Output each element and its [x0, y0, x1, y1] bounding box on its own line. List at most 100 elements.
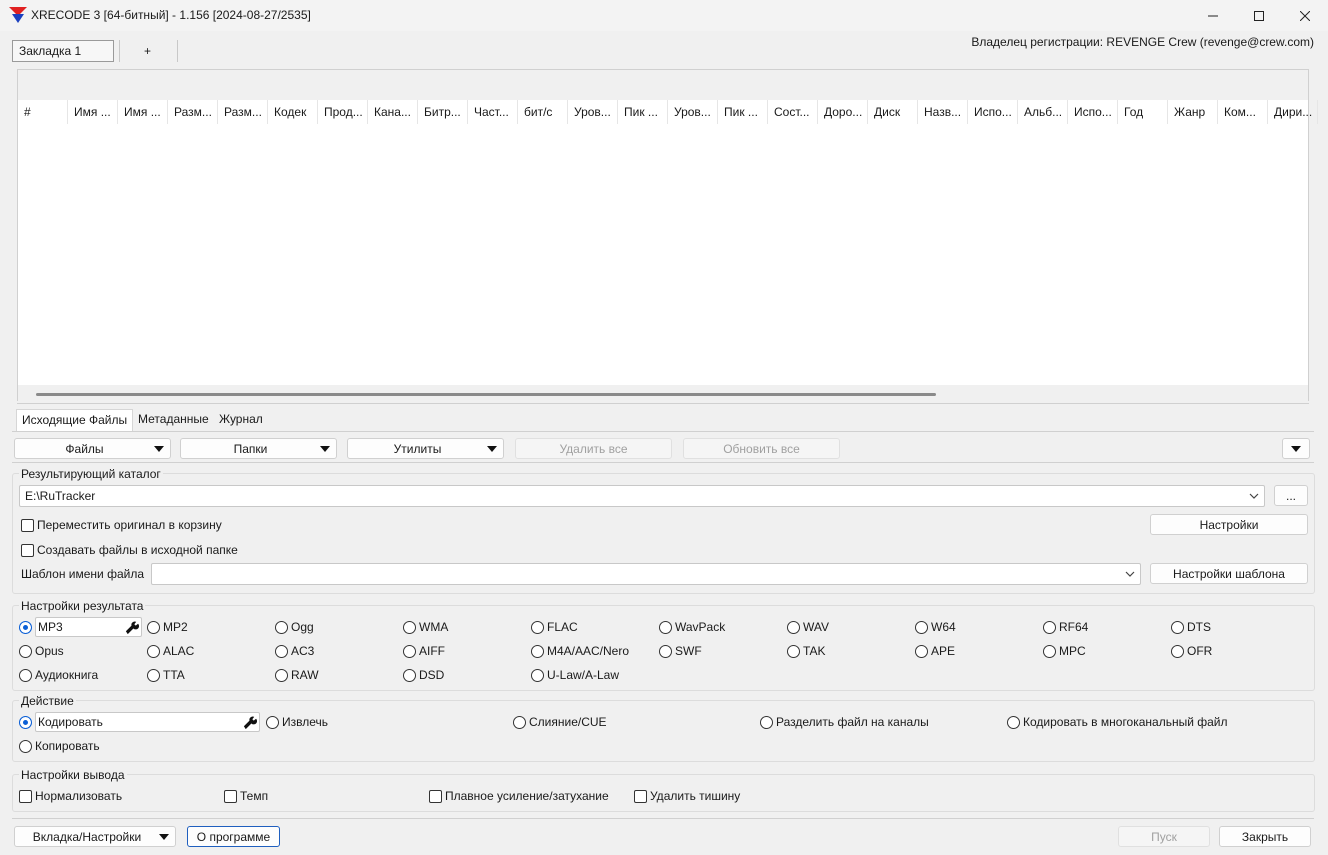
- more-options-button[interactable]: [1282, 438, 1310, 459]
- tab-metadata[interactable]: Метаданные: [133, 409, 214, 431]
- action-merge-cue-radio[interactable]: Слияние/CUE: [513, 715, 607, 729]
- start-button[interactable]: Пуск: [1118, 826, 1210, 847]
- add-tab-button[interactable]: +: [144, 44, 151, 58]
- column-header[interactable]: Сост...: [768, 100, 818, 124]
- column-header[interactable]: #: [18, 100, 68, 124]
- column-header[interactable]: Доро...: [818, 100, 868, 124]
- format-radio-aiff[interactable]: AIFF: [403, 644, 445, 658]
- column-header[interactable]: Битр...: [418, 100, 468, 124]
- action-copy-radio[interactable]: Копировать: [19, 739, 100, 753]
- create-in-source-checkbox[interactable]: Создавать файлы в исходной папке: [21, 543, 238, 557]
- column-header[interactable]: Прод...: [318, 100, 368, 124]
- tab-settings-dropdown-button[interactable]: Вкладка/Настройки: [14, 826, 176, 847]
- format-radio-dsd[interactable]: DSD: [403, 668, 444, 682]
- column-header[interactable]: Уров...: [568, 100, 618, 124]
- move-to-trash-checkbox[interactable]: Переместить оригинал в корзину: [21, 518, 222, 532]
- dropdown-arrow-icon: [1291, 445, 1301, 452]
- format-radio-dts[interactable]: DTS: [1171, 620, 1211, 634]
- column-header[interactable]: Пик ...: [618, 100, 668, 124]
- utilities-dropdown-button[interactable]: Утилиты: [347, 438, 504, 459]
- action-encode-radio[interactable]: Кодировать: [19, 712, 260, 732]
- format-radio-raw[interactable]: RAW: [275, 668, 319, 682]
- normalize-checkbox[interactable]: Нормализовать: [19, 789, 122, 803]
- column-header[interactable]: Уров...: [668, 100, 718, 124]
- minimize-button[interactable]: [1190, 0, 1236, 31]
- close-button[interactable]: Закрыть: [1219, 826, 1311, 847]
- format-radio-ac3[interactable]: AC3: [275, 644, 314, 658]
- format-radio-ofr[interactable]: OFR: [1171, 644, 1212, 658]
- column-header[interactable]: Дири...: [1268, 100, 1318, 124]
- template-settings-button[interactable]: Настройки шаблона: [1150, 563, 1308, 584]
- format-radio-wav[interactable]: WAV: [787, 620, 829, 634]
- column-header[interactable]: Разм...: [218, 100, 268, 124]
- checkbox-box: [224, 789, 237, 803]
- settings-button[interactable]: Настройки: [1150, 514, 1308, 535]
- format-radio-tak[interactable]: TAK: [787, 644, 825, 658]
- column-header[interactable]: Альб...: [1018, 100, 1068, 124]
- close-window-button[interactable]: [1282, 0, 1328, 31]
- action-split-channels-radio[interactable]: Разделить файл на каналы: [760, 715, 929, 729]
- output-path-combobox[interactable]: E:\RuTracker: [19, 485, 1265, 507]
- about-button[interactable]: О программе: [187, 826, 280, 847]
- utilities-label: Утилиты: [393, 441, 442, 456]
- action-extract-radio[interactable]: Извлечь: [266, 715, 328, 729]
- format-radio-u-law-a-law[interactable]: U-Law/A-Law: [531, 668, 619, 682]
- format-radio-m4a-aac-nero[interactable]: M4A/AAC/Nero: [531, 644, 629, 658]
- format-radio-flac[interactable]: FLAC: [531, 620, 578, 634]
- format-radio-аудиокнига[interactable]: Аудиокнига: [19, 668, 98, 682]
- format-radio-w64[interactable]: W64: [915, 620, 956, 634]
- column-header[interactable]: Год: [1118, 100, 1168, 124]
- format-radio-tta[interactable]: TTA: [147, 668, 185, 682]
- column-header[interactable]: Имя ...: [68, 100, 118, 124]
- encode-combobox[interactable]: Кодировать: [35, 712, 260, 732]
- column-header[interactable]: Испо...: [1068, 100, 1118, 124]
- column-header[interactable]: Кодек: [268, 100, 318, 124]
- dropdown-arrow-icon: [487, 445, 497, 452]
- fade-checkbox[interactable]: Плавное усиление/затухание: [429, 789, 609, 803]
- files-dropdown-button[interactable]: Файлы: [14, 438, 171, 459]
- format-radio-ape[interactable]: APE: [915, 644, 955, 658]
- column-header[interactable]: Ком...: [1218, 100, 1268, 124]
- wrench-icon[interactable]: [124, 620, 139, 635]
- format-radio-opus[interactable]: Opus: [19, 644, 64, 658]
- format-radio-mpc[interactable]: MPC: [1043, 644, 1086, 658]
- format-radio-wavpack[interactable]: WavPack: [659, 620, 725, 634]
- column-header[interactable]: Жанр: [1168, 100, 1218, 124]
- format-radio-swf[interactable]: SWF: [659, 644, 702, 658]
- filename-template-combobox[interactable]: [151, 563, 1141, 585]
- folders-dropdown-button[interactable]: Папки: [180, 438, 337, 459]
- create-in-source-label: Создавать файлы в исходной папке: [37, 543, 238, 557]
- column-header[interactable]: Кана...: [368, 100, 418, 124]
- tab-log[interactable]: Журнал: [214, 409, 268, 431]
- format-radio-mp2[interactable]: MP2: [147, 620, 188, 634]
- tempo-checkbox[interactable]: Темп: [224, 789, 268, 803]
- tab-bookmark-1[interactable]: Закладка 1: [12, 40, 114, 62]
- format-radio-alac[interactable]: ALAC: [147, 644, 194, 658]
- column-header[interactable]: бит/с: [518, 100, 568, 124]
- format-radio-rf64[interactable]: RF64: [1043, 620, 1088, 634]
- remove-all-button[interactable]: Удалить все: [515, 438, 672, 459]
- column-header[interactable]: Част...: [468, 100, 518, 124]
- mp3-format-combobox[interactable]: MP3: [35, 617, 142, 637]
- column-header[interactable]: Назв...: [918, 100, 968, 124]
- radio-button: [1171, 620, 1184, 634]
- format-mp3-radio[interactable]: MP3: [19, 617, 142, 637]
- column-header[interactable]: Пик ...: [718, 100, 768, 124]
- column-header[interactable]: Диск: [868, 100, 918, 124]
- format-radio-ogg[interactable]: Ogg: [275, 620, 314, 634]
- browse-button[interactable]: ...: [1274, 485, 1308, 506]
- column-header[interactable]: Разм...: [168, 100, 218, 124]
- wrench-icon[interactable]: [242, 715, 257, 730]
- tab-source-files[interactable]: Исходящие Файлы: [16, 409, 134, 431]
- radio-button: [147, 668, 160, 682]
- action-multichannel-radio[interactable]: Кодировать в многоканальный файл: [1007, 715, 1228, 729]
- tab-separator: [177, 40, 178, 62]
- maximize-button[interactable]: [1236, 0, 1282, 31]
- file-list-grid[interactable]: # Имя ... Имя ... Разм... Разм... Кодек Прод..…: [17, 69, 1318, 401]
- horizontal-scrollbar-thumb[interactable]: [36, 393, 936, 396]
- remove-silence-checkbox[interactable]: Удалить тишину: [634, 789, 740, 803]
- format-radio-wma[interactable]: WMA: [403, 620, 448, 634]
- column-header[interactable]: Имя ...: [118, 100, 168, 124]
- column-header[interactable]: Испо...: [968, 100, 1018, 124]
- refresh-all-button[interactable]: Обновить все: [683, 438, 840, 459]
